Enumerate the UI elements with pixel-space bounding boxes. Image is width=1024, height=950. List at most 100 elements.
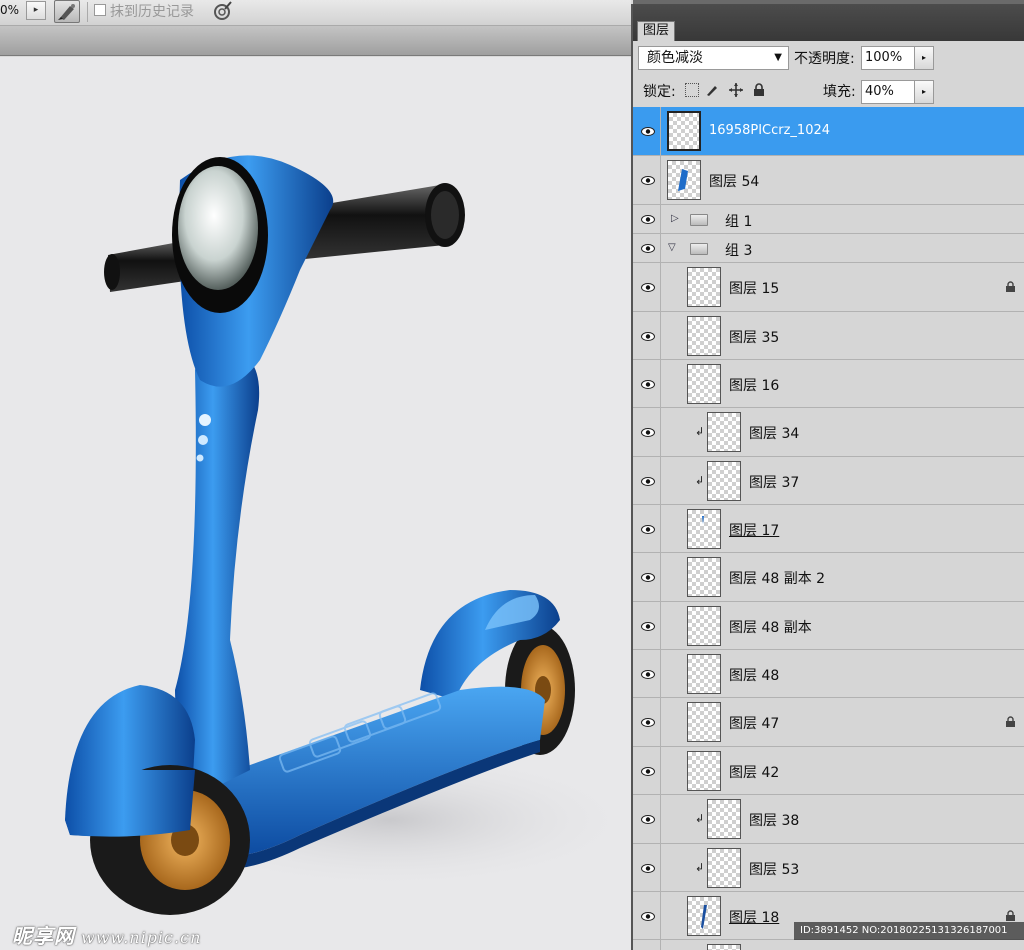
image-id-stamp: ID:3891452 NO:20180225131326187001 <box>794 922 1024 940</box>
lock-transparent-icon[interactable] <box>685 83 699 97</box>
tab-layers[interactable]: 图层 <box>637 21 675 41</box>
layers-panel: 图层 颜色减淡 ▼ 不透明度: 100% ▸ 锁定: 填充: 40% ▸ 169… <box>631 0 1024 950</box>
lock-move-icon[interactable] <box>729 83 743 97</box>
layer-thumbnail <box>707 848 741 888</box>
document-canvas[interactable]: 昵享网 www.nipic.cn <box>0 57 631 950</box>
layer-name: 图层 48 副本 <box>729 620 812 636</box>
zoom-arrow-button[interactable]: ▸ <box>26 1 46 20</box>
visibility-eye-icon[interactable] <box>633 553 661 601</box>
layer-row-clipped[interactable]: ↲ 图层 38 <box>633 795 1024 844</box>
layer-thumbnail <box>667 160 701 200</box>
visibility-eye-icon[interactable] <box>633 156 661 204</box>
fill-slider-button[interactable]: ▸ <box>914 80 934 104</box>
layer-name: 图层 18 <box>729 910 780 926</box>
layer-row[interactable]: 图层 47 <box>633 698 1024 747</box>
group-name: 组 3 <box>725 243 753 259</box>
visibility-eye-icon[interactable] <box>633 457 661 504</box>
layer-row[interactable]: 图层 15 <box>633 263 1024 312</box>
expand-triangle-icon[interactable]: ▷ <box>671 213 679 224</box>
layer-name: 图层 17 <box>729 523 780 539</box>
layer-row[interactable]: 图层 35 <box>633 312 1024 360</box>
layer-thumbnail <box>667 111 701 151</box>
tablet-pressure-icon[interactable] <box>212 0 234 22</box>
visibility-eye-icon[interactable] <box>633 505 661 552</box>
visibility-eye-icon[interactable] <box>633 892 661 939</box>
layer-name: 图层 48 <box>729 668 780 684</box>
layer-name: 图层 48 副本 2 <box>729 571 826 587</box>
lock-paint-brush-icon[interactable] <box>705 83 719 97</box>
visibility-eye-icon[interactable] <box>633 795 661 843</box>
layer-thumbnail <box>687 702 721 742</box>
layer-thumbnail <box>687 751 721 791</box>
layer-row-clipped[interactable]: ↲ 图层 34 <box>633 408 1024 457</box>
opacity-slider-button[interactable]: ▸ <box>914 46 934 70</box>
layer-name: 图层 15 <box>729 281 780 297</box>
layer-row[interactable]: 图层 48 副本 <box>633 602 1024 650</box>
layer-thumbnail <box>707 944 741 950</box>
watermark-url: www.nipic.cn <box>81 928 202 947</box>
zoom-value: 0% <box>0 3 20 17</box>
panel-tab-strip: 图层 <box>633 4 1024 41</box>
layer-row-clipped[interactable]: ↲ 图层 37 <box>633 457 1024 505</box>
visibility-eye-icon[interactable] <box>633 360 661 407</box>
layer-row[interactable]: 图层 48 副本 2 <box>633 553 1024 602</box>
chevron-down-icon: ▼ <box>774 52 782 63</box>
fill-field[interactable]: 40% <box>861 80 915 104</box>
visibility-eye-icon[interactable] <box>633 698 661 746</box>
lock-all-icon[interactable] <box>752 83 766 97</box>
layer-row-partial[interactable] <box>633 940 1024 950</box>
clipping-arrow-icon: ↲ <box>695 474 705 487</box>
layer-name: 图层 54 <box>709 174 760 190</box>
blend-mode-select[interactable]: 颜色减淡 ▼ <box>638 46 789 70</box>
visibility-eye-icon[interactable] <box>633 205 661 233</box>
visibility-eye-icon[interactable] <box>633 940 661 950</box>
layer-name: 图层 35 <box>729 330 780 346</box>
clipping-arrow-icon: ↲ <box>695 812 705 825</box>
lock-label: 锁定: <box>643 84 676 100</box>
layer-row[interactable]: 图层 48 <box>633 650 1024 698</box>
document-title-bar <box>0 26 631 56</box>
visibility-eye-icon[interactable] <box>633 650 661 697</box>
fill-label: 填充: <box>823 84 856 100</box>
layer-thumbnail <box>687 316 721 356</box>
layer-thumbnail <box>707 461 741 501</box>
opacity-label: 不透明度: <box>794 51 855 67</box>
layer-name: 图层 37 <box>749 475 800 491</box>
layer-row[interactable]: 图层 16 <box>633 360 1024 408</box>
layer-thumbnail <box>687 606 721 646</box>
lock-icon <box>1006 281 1015 292</box>
layer-name: 图层 38 <box>749 813 800 829</box>
layer-row[interactable]: 图层 42 <box>633 747 1024 795</box>
visibility-eye-icon[interactable] <box>633 408 661 456</box>
layer-thumbnail <box>687 557 721 597</box>
visibility-eye-icon[interactable] <box>633 234 661 262</box>
layer-list: 16958PICcrz_1024 图层 54 ▷ 组 1 ▽ 组 3 图层 15 <box>633 107 1024 950</box>
collapse-triangle-icon[interactable]: ▽ <box>668 242 676 253</box>
opacity-field[interactable]: 100% <box>861 46 915 70</box>
visibility-eye-icon[interactable] <box>633 263 661 311</box>
layer-group-row[interactable]: ▷ 组 1 <box>633 205 1024 234</box>
options-bar: 0% ▸ 抹到历史记录 <box>0 0 631 26</box>
layer-row-clipped[interactable]: ↲ 图层 53 <box>633 844 1024 892</box>
layer-row[interactable]: 图层 17 <box>633 505 1024 553</box>
layer-thumbnail <box>687 654 721 694</box>
layer-group-row[interactable]: ▽ 组 3 <box>633 234 1024 263</box>
visibility-eye-icon[interactable] <box>633 602 661 649</box>
layer-name: 图层 53 <box>749 862 800 878</box>
visibility-eye-icon[interactable] <box>633 312 661 359</box>
folder-icon <box>690 214 708 226</box>
layer-thumbnail <box>687 364 721 404</box>
visibility-eye-icon[interactable] <box>633 107 661 155</box>
layer-row-selected[interactable]: 16958PICcrz_1024 <box>633 107 1024 156</box>
lock-icon <box>1006 716 1015 727</box>
separator <box>87 2 88 22</box>
scooter-illustration <box>65 155 631 915</box>
airbrush-icon[interactable] <box>54 0 80 23</box>
erase-history-checkbox[interactable] <box>94 4 106 16</box>
layer-name: 图层 47 <box>729 716 780 732</box>
visibility-eye-icon[interactable] <box>633 844 661 891</box>
folder-icon <box>690 243 708 255</box>
layer-thumbnail <box>707 799 741 839</box>
visibility-eye-icon[interactable] <box>633 747 661 794</box>
layer-row[interactable]: 图层 54 <box>633 156 1024 205</box>
